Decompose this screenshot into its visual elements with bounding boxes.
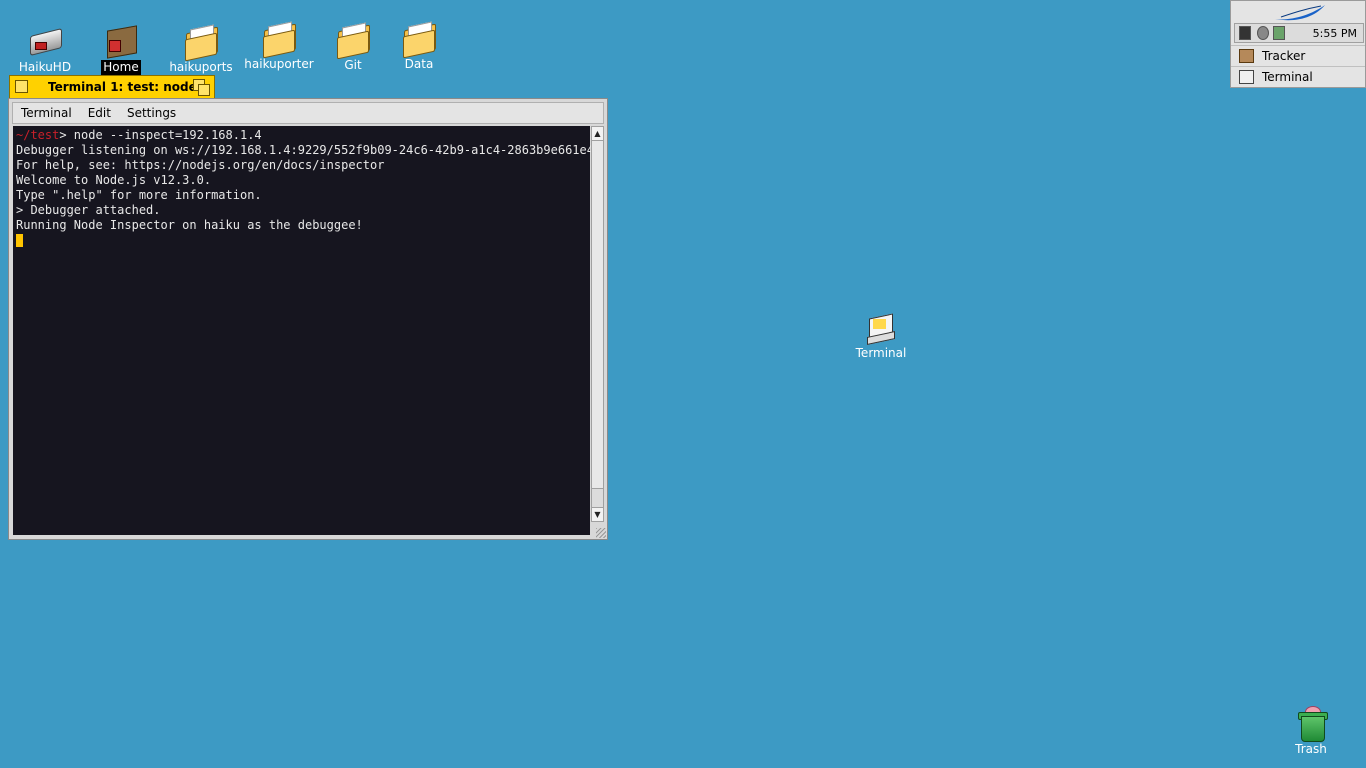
desktop-icon-label: Home xyxy=(101,60,141,75)
terminal-window: Terminal Edit Settings ~/test> node --insp… xyxy=(8,98,608,540)
desktop-icon-terminal[interactable]: Terminal xyxy=(841,310,921,361)
window-tab[interactable]: Terminal 1: test: node xyxy=(9,75,215,98)
output-line: Running Node Inspector on haiku as the d… xyxy=(16,218,363,232)
scroll-down-arrow-icon[interactable]: ▼ xyxy=(592,507,603,521)
output-line: Type ".help" for more information. xyxy=(16,188,262,202)
deskbar-item-label: Tracker xyxy=(1262,49,1306,63)
terminal-icon xyxy=(1239,70,1254,84)
output-line: Debugger listening on ws://192.168.1.4:9… xyxy=(16,143,594,157)
window-title: Terminal 1: test: node xyxy=(48,80,197,94)
scroll-thumb[interactable] xyxy=(592,488,603,507)
prompt-path: ~/test xyxy=(16,128,60,142)
command-text: > node --inspect=192.168.1.4 xyxy=(59,128,262,142)
desktop-icon-label: Git xyxy=(344,58,362,72)
menu-terminal[interactable]: Terminal xyxy=(13,103,80,123)
desktop-icon-haikuporter[interactable]: haikuporter xyxy=(239,21,319,72)
menu-bar: Terminal Edit Settings xyxy=(12,102,604,124)
desktop-icon-trash[interactable]: Trash xyxy=(1271,706,1351,757)
desktop-icon-label: Terminal xyxy=(855,346,907,360)
deskbar: 5:55 PM Tracker Terminal xyxy=(1230,0,1366,88)
hard-disk-icon xyxy=(27,24,63,58)
desktop-icon-label: haikuporter xyxy=(244,57,314,71)
folder-icon xyxy=(261,21,297,59)
desktop-icon-haikuhd[interactable]: HaikuHD xyxy=(5,24,85,75)
folder-icon xyxy=(335,22,371,60)
home-folder-icon xyxy=(103,24,139,59)
trash-icon xyxy=(1293,706,1329,742)
terminal-view[interactable]: ~/test> node --inspect=192.168.1.4 Debug… xyxy=(13,126,594,535)
clock[interactable]: 5:55 PM xyxy=(1313,27,1357,40)
vertical-scrollbar[interactable]: ▲ ▼ xyxy=(591,126,604,522)
folder-icon xyxy=(183,24,219,62)
cursor-line xyxy=(16,233,590,248)
close-button[interactable] xyxy=(15,80,28,93)
output-line: For help, see: https://nodejs.org/en/doc… xyxy=(16,158,385,172)
deskbar-item-tracker[interactable]: Tracker xyxy=(1231,45,1365,66)
system-tray: 5:55 PM xyxy=(1234,23,1364,43)
tracker-icon xyxy=(1239,49,1254,63)
workspace-icon[interactable] xyxy=(1239,26,1251,40)
desktop-icon-data[interactable]: Data xyxy=(379,21,459,72)
scroll-up-arrow-icon[interactable]: ▲ xyxy=(592,127,603,141)
text-cursor xyxy=(16,234,23,247)
zoom-button[interactable] xyxy=(193,79,210,96)
deskbar-item-terminal[interactable]: Terminal xyxy=(1231,66,1365,87)
menu-settings[interactable]: Settings xyxy=(119,103,184,123)
resize-handle[interactable] xyxy=(596,528,606,538)
desktop-icon-label: Data xyxy=(404,57,434,71)
desktop-icon-label: Trash xyxy=(1295,742,1327,756)
menu-edit[interactable]: Edit xyxy=(80,103,119,123)
network-icon[interactable] xyxy=(1257,26,1269,40)
terminal-icon xyxy=(863,310,899,345)
haiku-leaf-icon[interactable] xyxy=(1271,3,1327,23)
desktop-icon-home[interactable]: Home xyxy=(81,24,161,75)
output-line: > Debugger attached. xyxy=(16,203,161,217)
output-line: Welcome to Node.js v12.3.0. xyxy=(16,173,212,187)
desktop-icon-haikuports[interactable]: haikuports xyxy=(161,24,241,75)
folder-icon xyxy=(401,21,437,59)
command-line: ~/test> node --inspect=192.168.1.4 xyxy=(16,128,590,143)
desktop-icon-label: haikuports xyxy=(169,60,233,74)
deskbar-item-label: Terminal xyxy=(1262,70,1313,84)
desktop-icon-label: HaikuHD xyxy=(18,60,72,74)
process-icon[interactable] xyxy=(1273,26,1285,40)
